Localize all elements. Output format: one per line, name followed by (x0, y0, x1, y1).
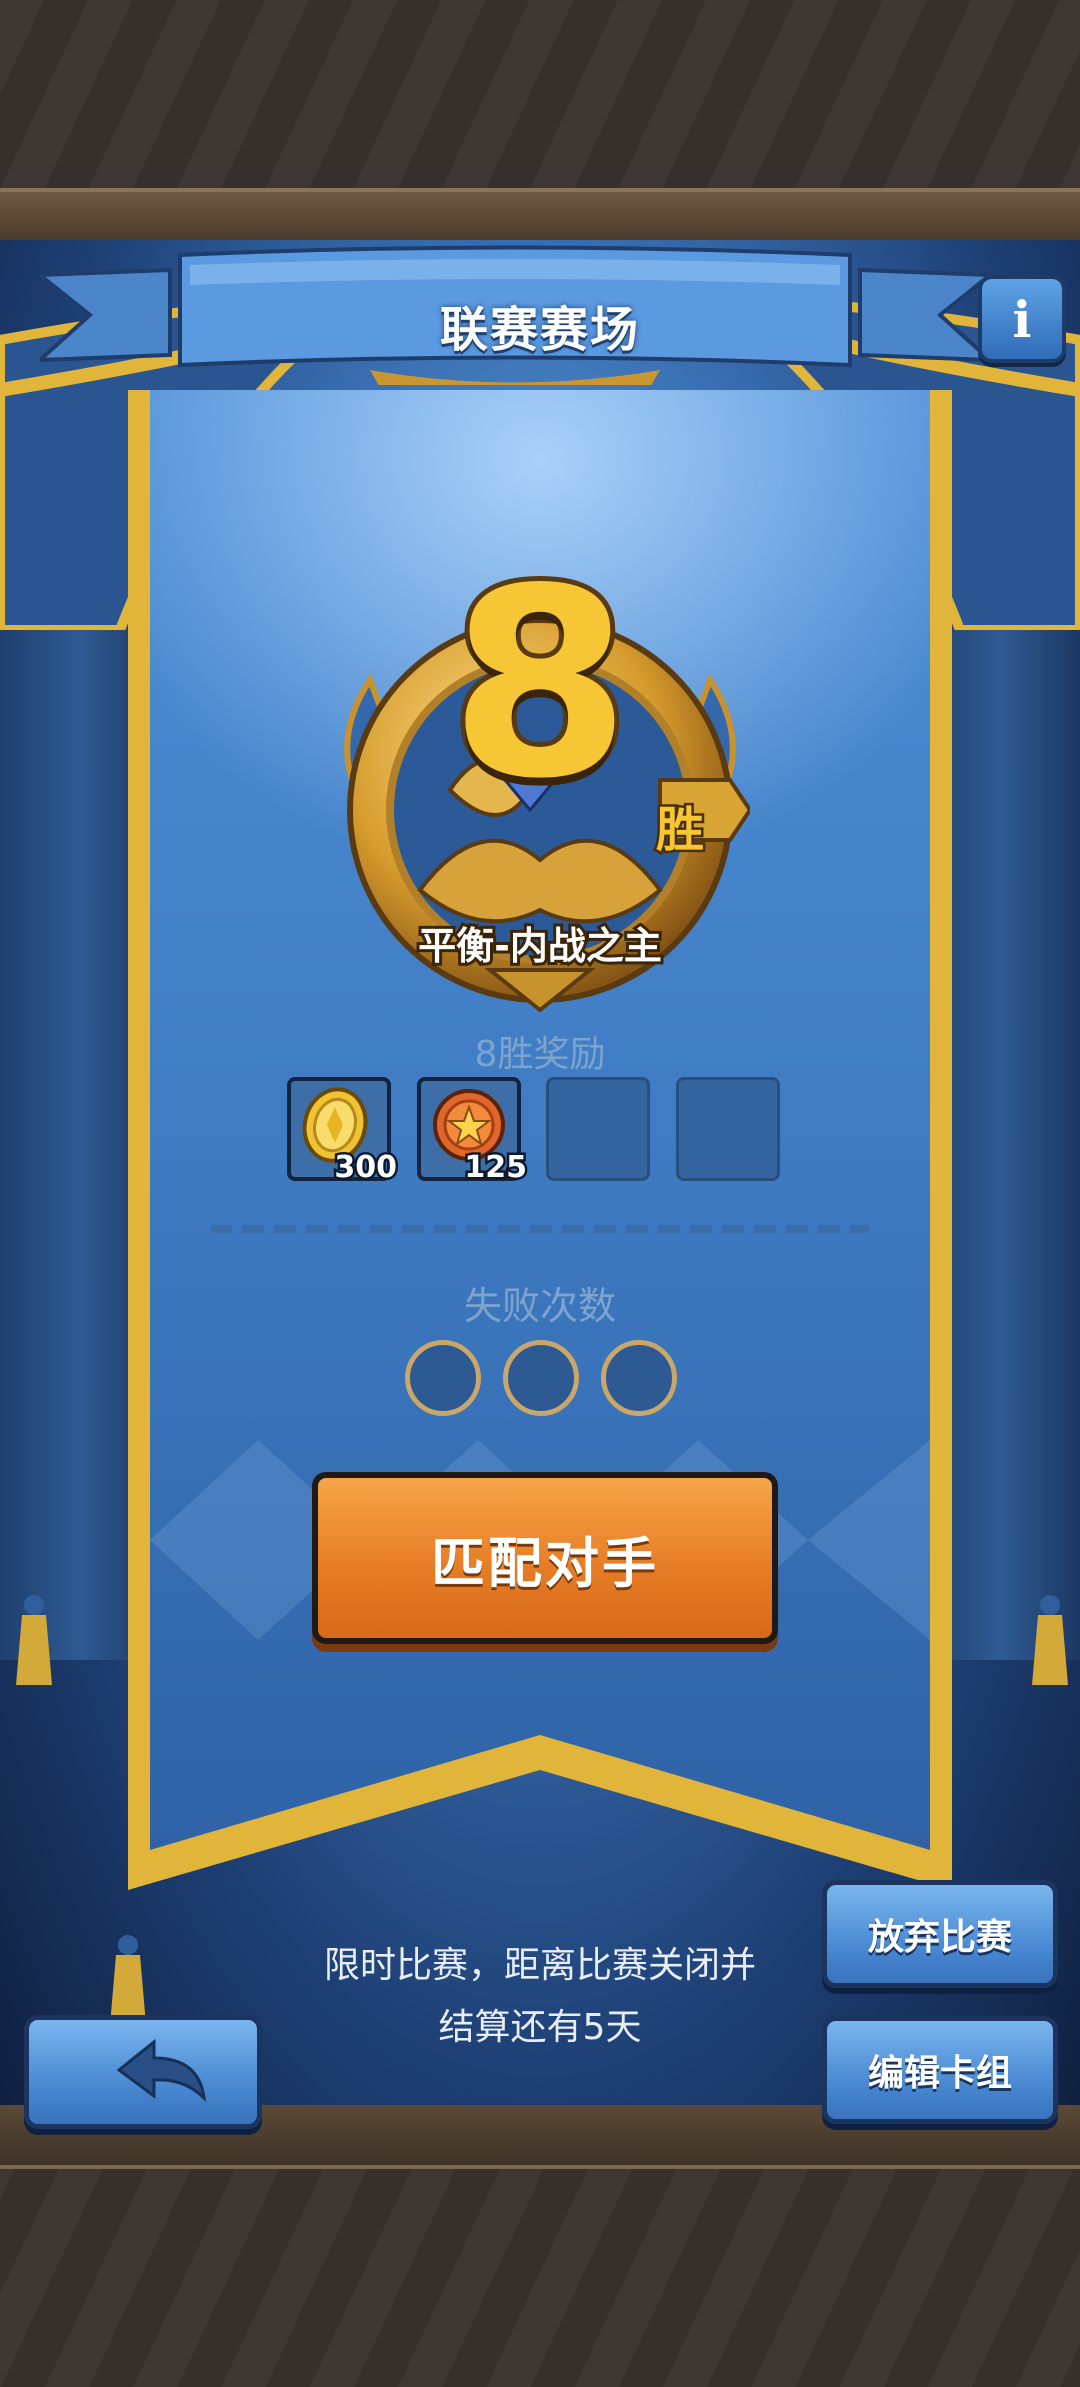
tassel-banner-left (110, 1935, 146, 2025)
reward-slot-empty (546, 1077, 650, 1181)
tassel-left (16, 1595, 52, 1685)
tassel-right (1032, 1595, 1068, 1685)
info-button[interactable]: i (978, 275, 1066, 363)
divider (210, 1225, 870, 1233)
reward-slot[interactable]: 125 (417, 1077, 529, 1188)
loss-slot (601, 1340, 677, 1416)
back-arrow-icon (116, 2038, 207, 2103)
reward-slot-empty (676, 1077, 780, 1181)
wins-count: 8 (445, 534, 636, 836)
wins-suffix: 胜 (653, 800, 706, 861)
rank-title: 平衡-内战之主 (415, 921, 665, 971)
event-notice: 限时比赛，距离比赛关闭并 结算还有5天 (250, 1935, 830, 2059)
info-icon: i (1012, 289, 1032, 349)
loss-slot (503, 1340, 579, 1416)
reward-slot[interactable]: 300 (287, 1077, 399, 1188)
arena-screen: 联赛赛场 i 8 胜 平衡-内战之主 8胜奖励 300 125 失败次数 匹配对… (0, 0, 1080, 2387)
bottom-wood-frame (0, 2105, 1080, 2387)
top-wood-frame (0, 0, 1080, 240)
reward-count: 125 (462, 1148, 530, 1188)
back-button[interactable] (24, 2015, 262, 2129)
abandon-match-button[interactable]: 放弃比赛 (822, 1880, 1058, 1988)
page-title: 联赛赛场 (439, 302, 640, 358)
loss-count-title: 失败次数 (463, 1284, 616, 1328)
notice-line-2: 结算还有5天 (438, 2007, 642, 2048)
match-opponent-button[interactable]: 匹配对手 (312, 1472, 778, 1644)
reward-count: 300 (332, 1148, 400, 1188)
edit-deck-button[interactable]: 编辑卡组 (822, 2016, 1058, 2124)
reward-title: 8胜奖励 (474, 1034, 606, 1075)
notice-line-1: 限时比赛，距离比赛关闭并 (323, 1945, 756, 1986)
loss-slot (405, 1340, 481, 1416)
